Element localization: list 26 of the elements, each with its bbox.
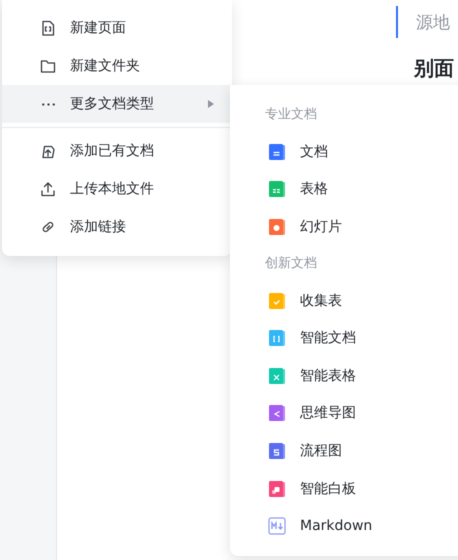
submenu-item[interactable]: 智能白板 xyxy=(230,470,458,508)
menu-item[interactable]: 添加链接 xyxy=(2,208,232,246)
upload-icon xyxy=(40,181,56,197)
menu-item[interactable]: 上传本地文件 xyxy=(2,170,232,208)
submenu-item[interactable]: 智能表格 xyxy=(230,356,458,395)
link-icon xyxy=(40,219,56,235)
submenu-item[interactable]: 文档 xyxy=(230,133,458,171)
folder-icon xyxy=(40,58,56,74)
menu-item[interactable]: 新建文件夹 xyxy=(2,47,232,85)
page-icon xyxy=(40,20,56,36)
submenu-item[interactable]: 表格 xyxy=(230,170,458,208)
menu-item[interactable]: 添加已有文档 xyxy=(2,132,232,170)
submenu-item[interactable]: Markdown xyxy=(230,507,458,545)
submenu-item[interactable]: 幻灯片 xyxy=(230,208,458,246)
more-icon xyxy=(42,102,54,106)
section-title: 专业文档 xyxy=(264,106,318,124)
submenu-item[interactable]: 流程图 xyxy=(230,432,458,470)
import-icon xyxy=(40,143,56,159)
menu-item[interactable]: 更多文档类型 xyxy=(2,85,232,123)
source-text: 源地 xyxy=(416,12,451,34)
submenu-item[interactable]: 思维导图 xyxy=(230,394,458,432)
submenu-item[interactable]: 智能文档 xyxy=(230,319,458,357)
menu-item[interactable]: 新建页面 xyxy=(2,9,232,47)
page-heading: 别面 xyxy=(414,56,454,80)
submenu-item[interactable]: 收集表 xyxy=(230,282,458,320)
section-title: 创新文档 xyxy=(264,254,318,273)
